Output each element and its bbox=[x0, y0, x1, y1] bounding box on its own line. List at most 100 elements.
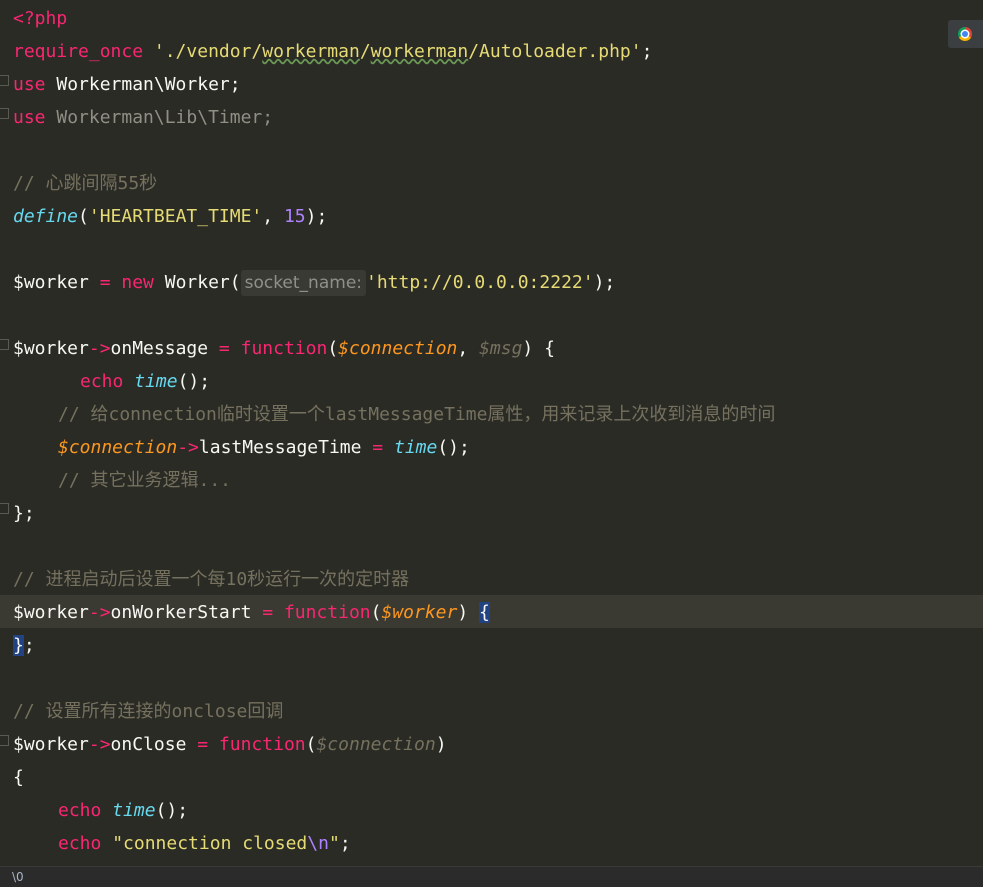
arrow-operator: -> bbox=[177, 437, 199, 458]
chrome-icon bbox=[958, 27, 972, 41]
operator: = bbox=[208, 338, 241, 359]
closing-brace: }; bbox=[13, 503, 35, 524]
fold-marker[interactable] bbox=[0, 503, 9, 514]
code-line-20: }; bbox=[13, 629, 35, 662]
property: onMessage bbox=[110, 338, 209, 359]
property: onClose bbox=[110, 734, 187, 755]
path-string: workerman bbox=[262, 41, 360, 62]
use-keyword: use bbox=[13, 107, 46, 128]
paren: (); bbox=[155, 800, 189, 821]
number: 15 bbox=[283, 206, 306, 227]
operator: = bbox=[361, 437, 394, 458]
new-keyword: new bbox=[121, 272, 154, 293]
opening-brace: { bbox=[13, 767, 24, 788]
message-string: " bbox=[328, 833, 340, 854]
paren: ) bbox=[457, 602, 480, 623]
fold-marker[interactable] bbox=[0, 735, 9, 746]
code-line-16: }; bbox=[13, 497, 35, 530]
parameter: $worker bbox=[381, 602, 458, 623]
code-line-19: $worker->onWorkerStart = function($worke… bbox=[13, 596, 490, 629]
code-line-15: // 其它业务逻辑... bbox=[58, 464, 231, 497]
status-bar: \0 bbox=[0, 866, 983, 887]
fold-marker[interactable] bbox=[0, 108, 9, 119]
matched-brace: { bbox=[479, 602, 490, 623]
paren: ( bbox=[78, 206, 89, 227]
define-function: define bbox=[13, 206, 79, 227]
operator: = bbox=[251, 602, 284, 623]
operator: = bbox=[88, 272, 122, 293]
class-name: Worker( bbox=[153, 272, 241, 293]
comment: // 进程启动后设置一个每10秒运行一次的定时器 bbox=[13, 569, 410, 590]
code-line-25: echo time(); bbox=[58, 794, 188, 827]
fold-marker[interactable] bbox=[0, 75, 9, 86]
semicolon: ; bbox=[641, 41, 653, 62]
code-line-4: use Workerman\Lib\Timer; bbox=[13, 101, 273, 134]
status-text: \0 bbox=[12, 870, 24, 884]
code-line-22: // 设置所有连接的onclose回调 bbox=[13, 695, 283, 728]
code-line-24: { bbox=[13, 761, 24, 794]
code-line-2: require_once './vendor/workerman/workerm… bbox=[13, 35, 652, 68]
function-keyword: function bbox=[283, 602, 371, 623]
semicolon: ; bbox=[339, 833, 351, 854]
paren: (); bbox=[177, 371, 211, 392]
url-string: 'http://0.0.0.0:2222' bbox=[366, 272, 594, 293]
code-line-14: $connection->lastMessageTime = time(); bbox=[58, 431, 470, 464]
fold-marker[interactable] bbox=[0, 339, 9, 350]
matched-brace: } bbox=[13, 635, 24, 656]
comment: // 其它业务逻辑... bbox=[58, 470, 232, 491]
function-call: time bbox=[393, 437, 438, 458]
code-line-9: $worker = new Worker(socket_name:'http:/… bbox=[13, 266, 615, 299]
comment: // 设置所有连接的onclose回调 bbox=[13, 701, 284, 722]
path-string: workerman bbox=[370, 41, 469, 62]
code-line-11: $worker->onMessage = function($connectio… bbox=[13, 332, 555, 365]
paren: ); bbox=[593, 272, 616, 293]
arrow-operator: -> bbox=[88, 602, 111, 623]
escape-sequence: \n bbox=[307, 833, 329, 854]
parameter: $connection bbox=[338, 338, 458, 359]
namespace-text: Workerman\Worker; bbox=[45, 74, 241, 95]
open-in-browser-button[interactable] bbox=[948, 20, 983, 48]
parameter-hint: socket_name: bbox=[240, 270, 366, 296]
code-line-12: echo time(); bbox=[80, 365, 210, 398]
function-call: time bbox=[134, 371, 178, 392]
code-line-23: $worker->onClose = function($connection) bbox=[13, 728, 447, 761]
variable: $worker bbox=[13, 602, 89, 623]
namespace-text: Workerman\Lib\Timer; bbox=[45, 107, 274, 128]
require-keyword: require_once bbox=[13, 41, 144, 62]
semicolon: ; bbox=[23, 635, 35, 656]
code-line-26: echo "connection closed\n"; bbox=[58, 827, 351, 860]
function-keyword: function bbox=[240, 338, 328, 359]
echo-keyword: echo bbox=[58, 833, 102, 854]
operator: = bbox=[186, 734, 219, 755]
comma: , bbox=[262, 206, 284, 227]
code-editor[interactable]: <?php require_once './vendor/workerman/w… bbox=[0, 0, 983, 866]
constant-string: 'HEARTBEAT_TIME' bbox=[88, 206, 263, 227]
code-line-13: // 给connection临时设置一个lastMessageTime属性，用来… bbox=[58, 398, 775, 431]
variable: $connection bbox=[58, 437, 178, 458]
property: onWorkerStart bbox=[110, 602, 252, 623]
message-string: "connection closed bbox=[112, 833, 308, 854]
echo-keyword: echo bbox=[58, 800, 102, 821]
code-line-3: use Workerman\Worker; bbox=[13, 68, 241, 101]
parameter: $connection bbox=[316, 734, 436, 755]
function-keyword: function bbox=[218, 734, 306, 755]
paren: (); bbox=[437, 437, 470, 458]
comment: // 心跳间隔55秒 bbox=[13, 173, 158, 194]
paren: ); bbox=[305, 206, 328, 227]
paren: ( bbox=[327, 338, 339, 359]
code-line-6: // 心跳间隔55秒 bbox=[13, 167, 157, 200]
code-line-7: define('HEARTBEAT_TIME', 15); bbox=[13, 200, 327, 233]
property: lastMessageTime bbox=[198, 437, 362, 458]
arrow-operator: -> bbox=[88, 734, 111, 755]
php-open-tag: <?php bbox=[13, 8, 68, 29]
use-keyword: use bbox=[13, 74, 46, 95]
path-string: './vendor/ bbox=[143, 41, 263, 62]
path-string: / bbox=[359, 41, 371, 62]
arrow-operator: -> bbox=[88, 338, 111, 359]
paren: ( bbox=[370, 602, 382, 623]
code-line-1: <?php bbox=[13, 2, 67, 35]
paren: ) { bbox=[522, 338, 555, 359]
variable: $worker bbox=[13, 272, 89, 293]
comma: , bbox=[457, 338, 480, 359]
path-string: /Autoloader.php' bbox=[468, 41, 642, 62]
